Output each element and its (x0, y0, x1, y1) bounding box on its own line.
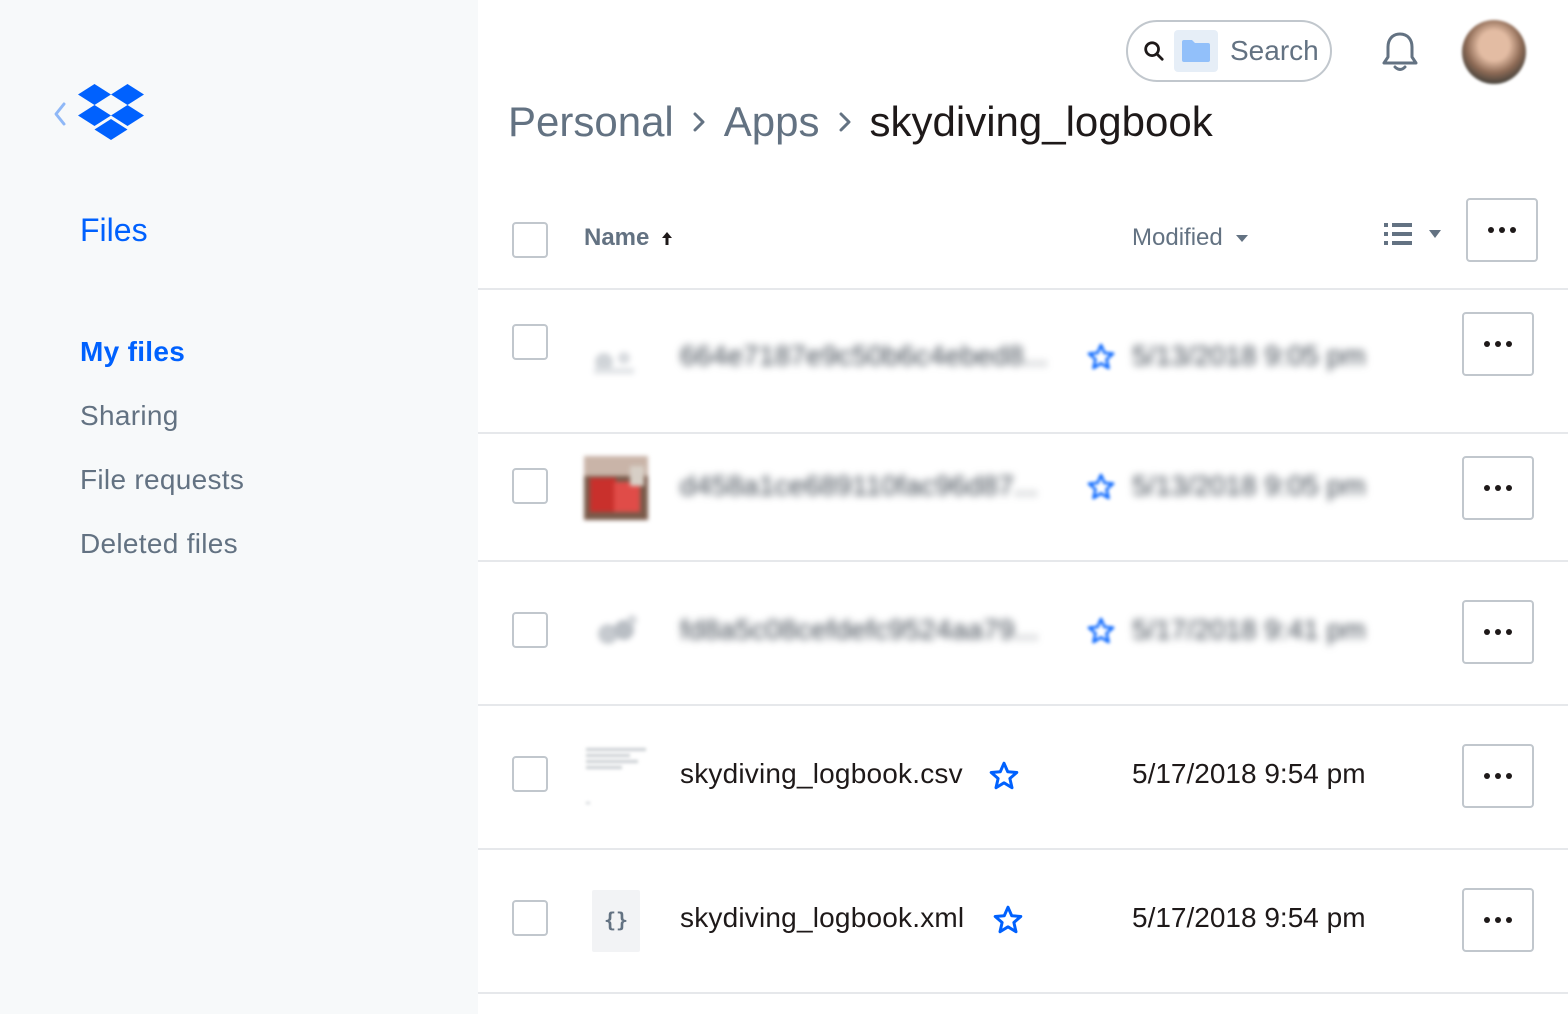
file-name[interactable]: skydiving_logbook.xml (680, 902, 964, 934)
breadcrumb-item-personal[interactable]: Personal (508, 98, 674, 146)
row-more-button[interactable] (1462, 744, 1534, 808)
modified-header-label: Modified (1132, 224, 1223, 251)
search-box[interactable] (1126, 20, 1332, 82)
photo-thumbnail (584, 456, 648, 520)
file-modified-date: 5/13/2018 9:05 pm (1132, 470, 1366, 501)
caret-down-icon (1429, 230, 1441, 238)
sidebar-item-my-files[interactable]: My files (80, 330, 244, 394)
image-thumbnail (584, 600, 648, 664)
chevron-right-icon (692, 111, 706, 133)
file-modified-date: 5/13/2018 9:05 pm (1132, 340, 1366, 371)
sidebar: Files My files Sharing File requests Del… (0, 0, 478, 1014)
search-icon (1144, 41, 1164, 61)
dropbox-logo-icon[interactable] (78, 84, 144, 140)
row-more-button[interactable] (1462, 312, 1534, 376)
spreadsheet-thumbnail (584, 744, 648, 808)
caret-down-icon (1235, 235, 1248, 242)
view-toggle[interactable] (1384, 222, 1444, 246)
sort-arrow-up-icon (662, 232, 673, 245)
ellipsis-icon (1484, 485, 1512, 491)
table-row[interactable]: fd8a5c08cefdefc9524aa79... 5/17/2018 9:4… (478, 560, 1568, 706)
folder-scope-chip[interactable] (1173, 30, 1218, 72)
star-icon[interactable] (1086, 342, 1116, 372)
more-options-button[interactable] (1466, 198, 1538, 262)
file-name[interactable]: skydiving_logbook.csv (680, 758, 963, 790)
folder-icon (1181, 40, 1210, 62)
ellipsis-icon (1484, 629, 1512, 635)
row-checkbox[interactable] (512, 756, 548, 792)
star-icon[interactable] (992, 904, 1024, 936)
row-more-button[interactable] (1462, 600, 1534, 664)
svg-text:{}: {} (604, 908, 628, 932)
avatar[interactable] (1462, 20, 1526, 84)
file-name[interactable]: d458a1ce689110fac96d87... (680, 470, 1038, 502)
breadcrumb: Personal Apps skydiving_logbook (508, 98, 1213, 146)
sidebar-item-deleted-files[interactable]: Deleted files (80, 522, 244, 586)
file-name[interactable]: 664e7187e9c50b6c4ebed8... (680, 340, 1048, 372)
name-header-label: Name (584, 224, 650, 251)
file-modified-date: 5/17/2018 9:54 pm (1132, 902, 1366, 933)
ellipsis-icon (1484, 917, 1512, 923)
table-row[interactable]: d458a1ce689110fac96d87... 5/13/2018 9:05… (478, 416, 1568, 562)
row-checkbox[interactable] (512, 900, 548, 936)
file-name[interactable]: fd8a5c08cefdefc9524aa79... (680, 614, 1039, 646)
name-column-header[interactable]: Name (584, 224, 677, 252)
file-modified-date: 5/17/2018 9:41 pm (1132, 614, 1366, 645)
select-all-checkbox[interactable] (512, 222, 548, 258)
sidebar-nav: My files Sharing File requests Deleted f… (80, 330, 244, 586)
star-icon[interactable] (1086, 616, 1116, 646)
code-file-icon: {} (592, 890, 640, 952)
list-view-icon (1384, 223, 1412, 245)
files-nav-title[interactable]: Files (80, 212, 148, 249)
notification-bell-icon[interactable] (1380, 30, 1420, 74)
search-input[interactable] (1230, 35, 1330, 67)
sidebar-item-file-requests[interactable]: File requests (80, 458, 244, 522)
table-row[interactable]: 664e7187e9c50b6c4ebed8... 5/13/2018 9:05… (478, 288, 1568, 434)
table-row[interactable]: skydiving_logbook.csv 5/17/2018 9:54 pm (478, 704, 1568, 850)
ellipsis-icon (1484, 341, 1512, 347)
ellipsis-icon (1488, 227, 1516, 233)
row-more-button[interactable] (1462, 456, 1534, 520)
image-thumbnail (584, 328, 648, 392)
sidebar-item-sharing[interactable]: Sharing (80, 394, 244, 458)
breadcrumb-item-current: skydiving_logbook (869, 98, 1213, 145)
ellipsis-icon (1484, 773, 1512, 779)
star-icon[interactable] (1086, 472, 1116, 502)
modified-column-header[interactable]: Modified (1132, 224, 1251, 252)
row-checkbox[interactable] (512, 612, 548, 648)
row-more-button[interactable] (1462, 888, 1534, 952)
row-checkbox[interactable] (512, 468, 548, 504)
chevron-right-icon (838, 111, 852, 133)
main-content: Personal Apps skydiving_logbook Name Mod… (478, 0, 1568, 1014)
table-row[interactable]: {} skydiving_logbook.xml 5/17/2018 9:54 … (478, 848, 1568, 994)
row-checkbox[interactable] (512, 324, 548, 360)
file-modified-date: 5/17/2018 9:54 pm (1132, 758, 1366, 789)
star-icon[interactable] (988, 760, 1020, 792)
chevron-left-icon[interactable] (52, 100, 68, 128)
breadcrumb-item-apps[interactable]: Apps (724, 98, 820, 146)
table-header: Name Modified (478, 198, 1568, 290)
